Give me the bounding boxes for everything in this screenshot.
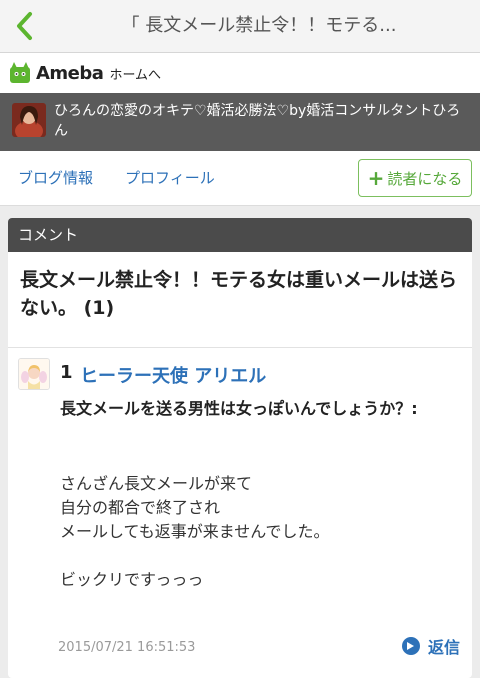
comment-body: さんざん長文メールが来て 自分の都合で終了され メールしても返事が来ませんでした…: [60, 472, 462, 592]
blog-title[interactable]: ひろんの恋愛のオキテ♡婚活必勝法♡by婚活コンサルタントひろん: [54, 101, 468, 141]
ameba-logo-icon: [10, 62, 30, 83]
blog-header: ひろんの恋愛のオキテ♡婚活必勝法♡by婚活コンサルタントひろん: [0, 93, 480, 151]
profile-link[interactable]: プロフィール: [125, 151, 215, 205]
comment-author[interactable]: ヒーラー天使 アリエル: [80, 362, 266, 388]
ameba-home-link[interactable]: Ameba ホームへ: [8, 59, 161, 87]
commenter-avatar[interactable]: [18, 358, 50, 390]
blog-avatar[interactable]: [12, 103, 46, 137]
blog-info-link[interactable]: ブログ情報: [18, 151, 93, 205]
top-bar: 「 長文メール禁止令！！モテる...: [0, 0, 480, 53]
blog-nav: ブログ情報 プロフィール + 読者になる: [0, 151, 480, 206]
comment-subject: 長文メールを送る男性は女っぽいんでしょうか？:: [60, 399, 418, 418]
comment-line: ビックリですっっっ: [60, 570, 204, 589]
become-reader-label: 読者になる: [387, 169, 463, 188]
comment-blank-line: [60, 544, 462, 568]
entry-title[interactable]: 長文メール禁止令！！モテる女は重いメールは送らない。 (1): [8, 252, 472, 348]
blog-avatar-image: [12, 103, 46, 137]
reply-label: 返信: [427, 638, 460, 657]
ameba-bar: Ameba ホームへ: [0, 53, 480, 93]
comment-line: メールしても返事が来ませんでした。: [60, 522, 330, 541]
comments-heading: コメント: [8, 218, 472, 252]
comments-card: コメント 長文メール禁止令！！モテる女は重いメールは送らない。 (1) 1 ヒー…: [8, 218, 472, 678]
home-link[interactable]: ホームへ: [109, 64, 161, 83]
comment-item: 1 ヒーラー天使 アリエル 長文メールを送る男性は女っぽいんでしょうか？: さん…: [8, 348, 472, 678]
page-title: 「 長文メール禁止令！！モテる...: [121, 15, 397, 36]
become-reader-button[interactable]: + 読者になる: [358, 159, 472, 197]
comment-line: さんざん長文メールが来て: [60, 474, 253, 493]
comment-number: 1: [60, 362, 73, 383]
comment-line: 自分の都合で終了され: [60, 498, 221, 517]
chevron-left-icon: [17, 12, 32, 40]
ameba-logo-text: Ameba: [36, 62, 104, 84]
comment-date: 2015/07/21 16:51:53: [58, 640, 196, 655]
reply-arrow-icon: [401, 637, 420, 655]
angel-avatar-image: [19, 359, 49, 389]
back-button[interactable]: [6, 6, 46, 46]
plus-icon: +: [367, 166, 385, 190]
reply-button[interactable]: 返信: [401, 634, 460, 658]
